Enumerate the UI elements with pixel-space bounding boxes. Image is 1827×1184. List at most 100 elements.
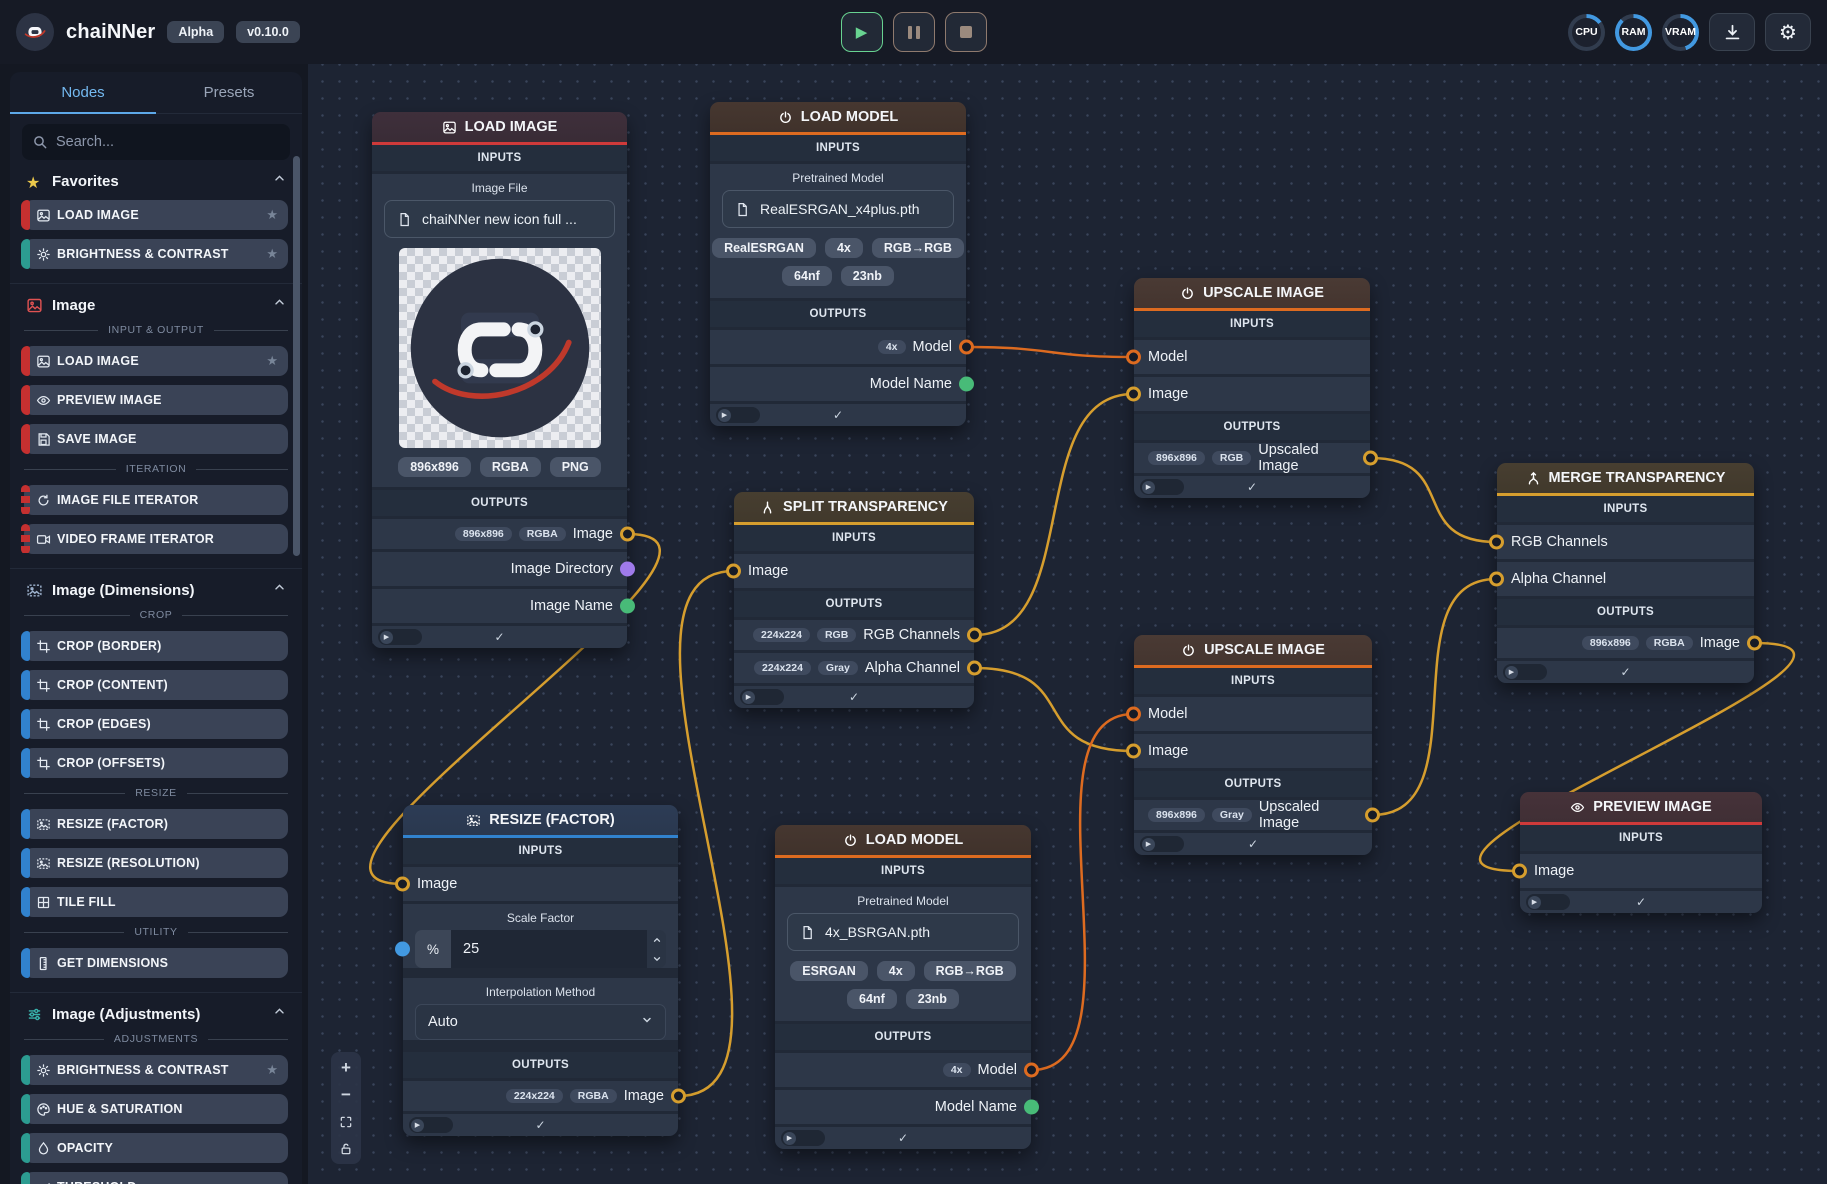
- node-header[interactable]: LOAD MODEL: [775, 825, 1031, 858]
- model-output-handle[interactable]: [959, 340, 974, 355]
- node-run-toggle[interactable]: ▶: [409, 1117, 453, 1133]
- section-image-adjustments[interactable]: Image (Adjustments): [26, 1005, 286, 1023]
- sidebar-item-save-image[interactable]: SAVE IMAGE: [24, 424, 288, 454]
- sidebar-item-resize-resolution[interactable]: RESIZE (RESOLUTION): [24, 848, 288, 878]
- file-icon: [800, 925, 815, 940]
- node-run-toggle[interactable]: ▶: [740, 689, 784, 705]
- chainner-logo-preview: [407, 255, 593, 441]
- image-output-handle[interactable]: [1747, 636, 1762, 651]
- output-row-model: 4x Model: [775, 1053, 1031, 1087]
- node-header[interactable]: LOAD IMAGE: [372, 112, 627, 145]
- favorite-star-icon[interactable]: ★: [266, 1063, 278, 1078]
- run-button[interactable]: ▶: [841, 12, 883, 52]
- stepper-up-button[interactable]: [647, 930, 666, 949]
- directory-output-handle[interactable]: [620, 562, 635, 577]
- chevron-up-icon: [273, 581, 286, 599]
- node-run-toggle[interactable]: ▶: [1140, 836, 1184, 852]
- pause-button[interactable]: [893, 12, 935, 52]
- node-run-toggle[interactable]: ▶: [378, 629, 422, 645]
- section-image-dimensions[interactable]: Image (Dimensions): [26, 581, 286, 599]
- search-box: [22, 124, 290, 160]
- sidebar-item-resize-factor[interactable]: RESIZE (FACTOR): [24, 809, 288, 839]
- sun-icon: [36, 1063, 51, 1078]
- sidebar-item-crop-offsets[interactable]: CROP (OFFSETS): [24, 748, 288, 778]
- stepper-down-button[interactable]: [647, 949, 666, 968]
- sidebar-item-crop-border[interactable]: CROP (BORDER): [24, 631, 288, 661]
- sidebar-item-threshold[interactable]: THRESHOLD: [24, 1172, 288, 1184]
- node-header[interactable]: LOAD MODEL: [710, 102, 966, 135]
- text-output-handle[interactable]: [959, 377, 974, 392]
- image-input-handle[interactable]: [395, 877, 410, 892]
- node-run-toggle[interactable]: ▶: [781, 1130, 825, 1146]
- export-button[interactable]: [1709, 13, 1755, 51]
- image-file-input[interactable]: chaiNNer new icon full ...: [384, 200, 615, 238]
- zoom-out-button[interactable]: −: [334, 1082, 358, 1107]
- search-input[interactable]: [56, 134, 280, 150]
- sidebar-item-hue-saturation[interactable]: HUE & SATURATION: [24, 1094, 288, 1124]
- model-output-handle[interactable]: [1024, 1063, 1039, 1078]
- stop-button[interactable]: [945, 12, 987, 52]
- text-output-handle[interactable]: [620, 599, 635, 614]
- text-output-handle[interactable]: [1024, 1100, 1039, 1115]
- settings-button[interactable]: ⚙: [1765, 13, 1811, 51]
- image-output-handle[interactable]: [671, 1089, 686, 1104]
- model-file-input[interactable]: RealESRGAN_x4plus.pth: [722, 190, 954, 228]
- lock-canvas-button[interactable]: [334, 1136, 358, 1161]
- sidebar-item-preview-image[interactable]: PREVIEW IMAGE: [24, 385, 288, 415]
- fit-view-button[interactable]: [334, 1109, 358, 1134]
- image-input-handle[interactable]: [1126, 387, 1141, 402]
- section-image[interactable]: Image: [26, 296, 286, 314]
- favorite-star-icon[interactable]: ★: [266, 208, 278, 223]
- outputs-band: OUTPUTS: [710, 301, 966, 327]
- image-input-handle[interactable]: [1489, 572, 1504, 587]
- node-header[interactable]: SPLIT TRANSPARENCY: [734, 492, 974, 525]
- node-run-toggle[interactable]: ▶: [1140, 479, 1184, 495]
- model-input-handle[interactable]: [1126, 707, 1141, 722]
- image-output-handle[interactable]: [1365, 808, 1380, 823]
- image-input-handle[interactable]: [726, 564, 741, 579]
- outputs-band: OUTPUTS: [734, 591, 974, 617]
- image-output-handle[interactable]: [620, 527, 635, 542]
- image-output-handle[interactable]: [967, 628, 982, 643]
- node-header[interactable]: RESIZE (FACTOR): [403, 805, 678, 838]
- image-output-handle[interactable]: [967, 661, 982, 676]
- zoom-in-button[interactable]: +: [334, 1055, 358, 1080]
- sidebar-item-load-image[interactable]: LOAD IMAGE ★: [24, 200, 288, 230]
- sidebar-item-video-frame-iterator[interactable]: VIDEO FRAME ITERATOR: [24, 524, 288, 554]
- favorite-star-icon[interactable]: ★: [266, 247, 278, 262]
- image-input-handle[interactable]: [1489, 535, 1504, 550]
- sidebar-item-crop-content[interactable]: CROP (CONTENT): [24, 670, 288, 700]
- tab-presets[interactable]: Presets: [156, 72, 302, 113]
- model-file-input[interactable]: 4x_BSRGAN.pth: [787, 913, 1019, 951]
- sidebar-item-crop-edges[interactable]: CROP (EDGES): [24, 709, 288, 739]
- section-favorites[interactable]: ★ Favorites: [26, 172, 286, 190]
- node-run-toggle[interactable]: ▶: [1503, 664, 1547, 680]
- node-run-toggle[interactable]: ▶: [1526, 894, 1570, 910]
- model-input-handle[interactable]: [1126, 350, 1141, 365]
- image-output-handle[interactable]: [1363, 451, 1378, 466]
- favorite-star-icon[interactable]: ★: [266, 354, 278, 369]
- node-header[interactable]: MERGE TRANSPARENCY: [1497, 463, 1754, 496]
- scale-factor-value[interactable]: 25: [451, 930, 647, 968]
- sidebar-item-brightness-contrast[interactable]: BRIGHTNESS & CONTRAST ★: [24, 239, 288, 269]
- tab-nodes[interactable]: Nodes: [10, 72, 156, 113]
- chevron-up-icon: [273, 296, 286, 314]
- number-input-handle[interactable]: [395, 942, 410, 957]
- divider-resize: RESIZE: [24, 787, 288, 799]
- sidebar-item-tile-fill[interactable]: TILE FILL: [24, 887, 288, 917]
- valid-check-icon: ✓: [1620, 665, 1630, 679]
- sidebar-scrollbar[interactable]: [293, 156, 300, 556]
- sidebar-item-opacity[interactable]: OPACITY: [24, 1133, 288, 1163]
- node-header[interactable]: PREVIEW IMAGE: [1520, 792, 1762, 825]
- image-input-handle[interactable]: [1126, 744, 1141, 759]
- sidebar-item-load-image[interactable]: LOAD IMAGE ★: [24, 346, 288, 376]
- node-upscale-image-2: UPSCALE IMAGE INPUTS Model Image OUTPUTS…: [1134, 635, 1372, 855]
- sidebar-item-get-dimensions[interactable]: GET DIMENSIONS: [24, 948, 288, 978]
- node-run-toggle[interactable]: ▶: [716, 407, 760, 423]
- node-header[interactable]: UPSCALE IMAGE: [1134, 278, 1370, 311]
- node-header[interactable]: UPSCALE IMAGE: [1134, 635, 1372, 668]
- image-input-handle[interactable]: [1512, 864, 1527, 879]
- sidebar-item-brightness-contrast[interactable]: BRIGHTNESS & CONTRAST ★: [24, 1055, 288, 1085]
- sidebar-item-image-file-iterator[interactable]: IMAGE FILE ITERATOR: [24, 485, 288, 515]
- interpolation-select[interactable]: Auto: [415, 1004, 666, 1040]
